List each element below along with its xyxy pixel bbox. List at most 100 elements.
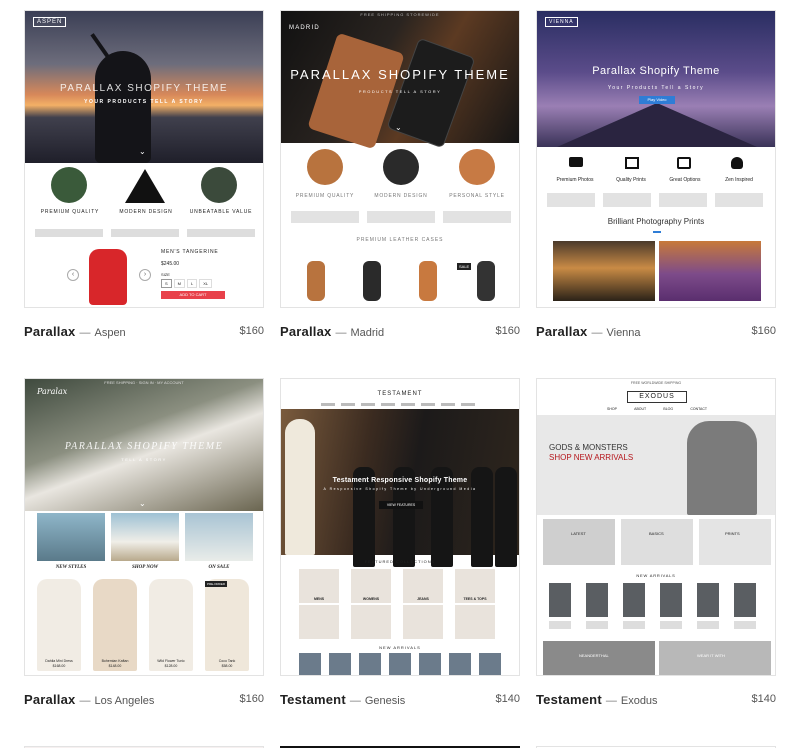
frame-icon <box>625 157 639 169</box>
nav-item[interactable]: SHOP <box>607 407 617 411</box>
category-label[interactable]: BASICS <box>649 531 664 536</box>
feature-photo <box>459 149 495 185</box>
collection-label[interactable]: MENS <box>299 597 339 601</box>
preorder-badge: PRE-ORDER <box>205 581 228 587</box>
theme-preview-genesis[interactable]: TESTAMENT Testament Responsive Shopify T… <box>280 378 520 676</box>
view-features-button[interactable]: VIEW FEATURES <box>379 501 423 509</box>
theme-name[interactable]: Testament <box>536 692 602 707</box>
gallery-photo <box>553 241 655 301</box>
category-label[interactable]: NEW STYLES <box>37 565 105 570</box>
theme-price: $160 <box>239 325 264 337</box>
theme-name[interactable]: Parallax <box>280 324 331 339</box>
category-label[interactable]: ON SALE <box>185 565 253 570</box>
theme-name[interactable]: Parallax <box>24 324 75 339</box>
play-video-button[interactable]: Play Video <box>639 96 675 104</box>
theme-name[interactable]: Parallax <box>536 324 587 339</box>
collection-image <box>455 605 495 639</box>
theme-variant[interactable]: Vienna <box>606 327 640 339</box>
preview-nav: VIENNA <box>537 11 775 33</box>
size-option[interactable]: XL <box>199 279 213 288</box>
category-photo <box>621 519 693 565</box>
theme-preview-vienna[interactable]: VIENNA Parallax Shopify Theme Your Produ… <box>536 10 776 308</box>
section-title: NEW ARRIVALS <box>636 573 676 578</box>
section-title: PREMIUM LEATHER CASES <box>356 237 444 243</box>
product-price: $168.00 <box>52 664 66 668</box>
theme-price: $160 <box>495 325 520 337</box>
promo-label[interactable]: NEANDERTHAL <box>579 653 609 658</box>
feature-label: PERSONAL STYLE <box>449 193 505 199</box>
hero-title: PARALLAX SHOPIFY THEME <box>64 441 224 452</box>
add-to-cart-button[interactable]: ADD TO CART <box>161 291 225 299</box>
category-photo <box>699 519 771 565</box>
product-name: Coco Tank <box>218 659 236 663</box>
section-title: Brilliant Photography Prints <box>607 217 705 226</box>
size-option[interactable]: S <box>161 279 172 288</box>
theme-preview-exodus[interactable]: FREE WORLDWIDE SHIPPING EXODUS SHOP ABOU… <box>536 378 776 676</box>
theme-preview-los-angeles[interactable]: FREE SHIPPING · SIGN IN · MY ACCOUNT Par… <box>24 378 264 676</box>
hero-subtitle: A Responsive Shopify Theme by Undergroun… <box>323 487 477 491</box>
theme-variant[interactable]: Exodus <box>621 695 658 707</box>
category-label[interactable]: SHOP NOW <box>111 565 179 570</box>
hero-subtitle: TELL A STORY <box>121 457 167 462</box>
theme-price: $140 <box>751 693 776 705</box>
nav-item[interactable]: CONTACT <box>690 407 707 411</box>
collection-label[interactable]: TEES & TOPS <box>455 597 495 601</box>
theme-caption: Parallax — Vienna $160 <box>536 324 776 339</box>
preview-logo: MADRID <box>289 25 320 31</box>
collection-label[interactable]: JEANS <box>403 597 443 601</box>
section-title: FEATURED COLLECTIONS <box>364 559 436 564</box>
feature-label: UNBEATABLE VALUE <box>189 209 253 215</box>
theme-variant[interactable]: Madrid <box>350 327 384 339</box>
product-image <box>205 579 249 671</box>
hero-title: PARALLAX SHOPIFY THEME <box>290 67 510 82</box>
feature-label: MODERN DESIGN <box>374 193 428 199</box>
theme-caption: Parallax — Los Angeles $160 <box>24 692 264 707</box>
carousel-prev-icon[interactable]: ‹ <box>67 269 79 281</box>
promo-label[interactable]: WEAR IT WITH <box>697 653 725 658</box>
preview-nav: ASPEN <box>25 11 263 33</box>
theme-caption: Parallax — Aspen $160 <box>24 324 264 339</box>
theme-price: $160 <box>239 693 264 705</box>
size-option[interactable]: L <box>187 279 198 288</box>
camera-icon <box>569 157 583 167</box>
product-price: $148.00 <box>108 664 122 668</box>
feature-label: Premium Photos <box>556 177 594 183</box>
nav-item[interactable]: BLOG <box>663 407 673 411</box>
theme-caption: Testament — Exodus $140 <box>536 692 776 707</box>
collection-image <box>351 605 391 639</box>
hero-title: Parallax Shopify Theme <box>592 65 720 77</box>
size-option[interactable]: M <box>173 279 186 288</box>
chevron-down-icon[interactable]: ⌄ <box>139 147 146 156</box>
shipping-banner: FREE WORLDWIDE SHIPPING <box>630 381 682 385</box>
hero-subtitle: Your Products Tell a Story <box>607 85 705 91</box>
category-label[interactable]: PRINTS <box>725 531 740 536</box>
sale-badge: SALE <box>457 263 472 270</box>
product-image <box>307 261 325 301</box>
theme-preview-madrid[interactable]: FREE SHIPPING STOREWIDE MADRID PARALLAX … <box>280 10 520 308</box>
feature-photo <box>51 167 87 203</box>
feature-label: MODERN DESIGN <box>119 209 173 215</box>
collection-label[interactable]: WOMENS <box>351 597 391 601</box>
theme-variant[interactable]: Genesis <box>365 695 405 707</box>
nav-item[interactable]: ABOUT <box>634 407 646 411</box>
promo-photo <box>659 641 771 675</box>
category-label[interactable]: LATEST <box>571 531 586 536</box>
chevron-down-icon[interactable]: ⌄ <box>395 123 402 132</box>
gallery-photo <box>659 241 761 301</box>
theme-price: $160 <box>751 325 776 337</box>
theme-variant[interactable]: Aspen <box>94 327 125 339</box>
theme-name[interactable]: Testament <box>280 692 346 707</box>
hero-subtitle: YOUR PRODUCTS TELL A STORY <box>84 99 204 105</box>
theme-variant[interactable]: Los Angeles <box>94 695 154 707</box>
feature-label: Great Options <box>669 177 701 183</box>
chevron-down-icon[interactable]: ⌄ <box>139 499 146 508</box>
meditation-icon <box>731 157 743 169</box>
category-photo <box>111 513 179 561</box>
top-banner: FREE SHIPPING · SIGN IN · MY ACCOUNT <box>104 380 184 385</box>
category-photo <box>37 513 105 561</box>
carousel-next-icon[interactable]: › <box>139 269 151 281</box>
theme-preview-aspen[interactable]: ASPEN PARALLAX SHOPIFY THEME YOUR PRODUC… <box>24 10 264 308</box>
feature-label: PREMIUM QUALITY <box>295 193 355 199</box>
theme-name[interactable]: Parallax <box>24 692 75 707</box>
product-name: Dahlia Mini Dress <box>45 659 73 663</box>
